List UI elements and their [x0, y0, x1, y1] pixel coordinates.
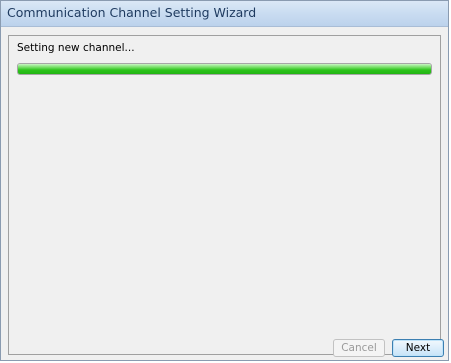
progress-bar [17, 63, 432, 75]
wizard-window: Communication Channel Setting Wizard Set… [0, 0, 449, 361]
content-panel: Setting new channel... [8, 35, 441, 355]
next-button[interactable]: Next [392, 339, 444, 357]
cancel-button[interactable]: Cancel [333, 339, 385, 357]
window-title: Communication Channel Setting Wizard [7, 5, 257, 20]
progress-bar-fill [18, 64, 431, 74]
status-text: Setting new channel... [17, 42, 135, 54]
title-bar: Communication Channel Setting Wizard [1, 1, 448, 27]
